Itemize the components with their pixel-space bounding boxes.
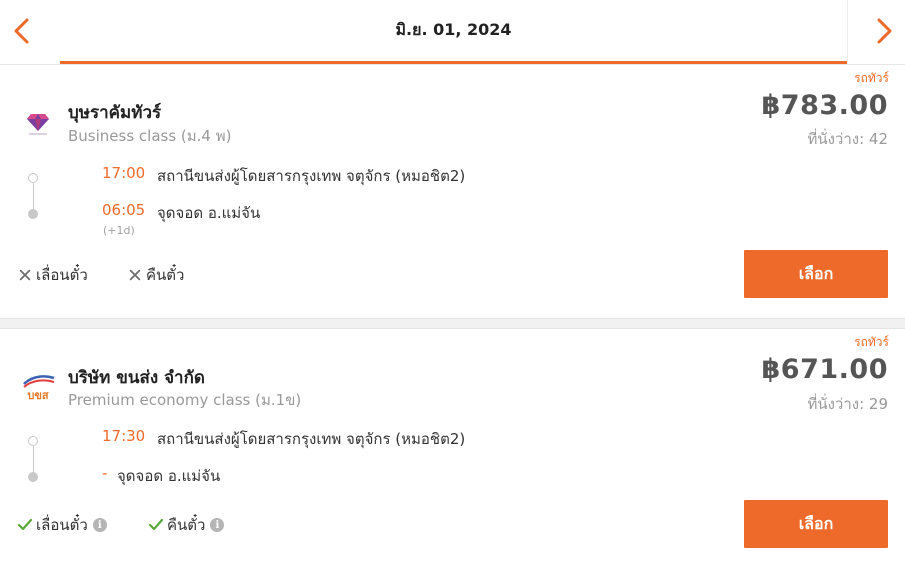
select-trip-button[interactable]: เลือก — [744, 250, 888, 298]
seat-class: Business class (ม.4 พ) — [68, 127, 232, 145]
route-line — [32, 183, 34, 210]
vehicle-type-badge: รถทัวร์ — [854, 71, 889, 85]
departure-stop: สถานีขนส่งผู้โดยสารกรุงเทพ จตุจักร (หมอช… — [157, 167, 466, 185]
arrival-dot — [28, 209, 38, 219]
vehicle-type-badge: รถทัวร์ — [854, 335, 889, 349]
reschedule-label: เลื่อนตั๋ว — [36, 266, 88, 284]
company-name: บุษราคัมทัวร์ — [68, 103, 162, 123]
seats-available: ที่นั่งว่าง: 29 — [807, 395, 888, 413]
departure-stop: สถานีขนส่งผู้โดยสารกรุงเทพ จตุจักร (หมอช… — [157, 430, 466, 448]
refund-policy: คืนตั๋ว i — [148, 513, 225, 537]
reschedule-label: เลื่อนตั๋ว — [36, 516, 88, 534]
check-icon — [148, 517, 164, 533]
arrival-stop: จุดจอด อ.แม่จัน — [117, 467, 221, 485]
bks-logo-icon: บขส — [20, 372, 56, 402]
refund-policy: คืนตั๋ว — [127, 263, 184, 287]
arrival-stop: จุดจอด อ.แม่จัน — [157, 204, 261, 222]
selected-date-label: มิ.ย. 01, 2024 — [395, 20, 512, 39]
reschedule-policy: เลื่อนตั๋ว — [17, 263, 88, 287]
departure-time: 17:00 — [102, 164, 146, 182]
arrival-time: 06:05 — [102, 201, 146, 219]
departure-dot — [28, 436, 38, 446]
seats-available: ที่นั่งว่าง: 42 — [807, 130, 888, 148]
select-trip-button[interactable]: เลือก — [744, 500, 888, 548]
seat-class: Premium economy class (ม.1ข) — [68, 391, 302, 409]
refund-label: คืนตั๋ว — [167, 516, 206, 534]
trip-card[interactable]: รถทัวร์ บขส บริษัท ขนส่ง จำกัด Premium e… — [0, 330, 905, 567]
reschedule-policy: เลื่อนตั๋ว i — [17, 513, 107, 537]
cross-icon — [127, 267, 143, 283]
chevron-right-icon — [877, 18, 892, 44]
day-offset: (+1d) — [103, 224, 135, 237]
bks-logo-text: บขส — [27, 389, 49, 402]
ticket-price: ฿671.00 — [761, 354, 888, 385]
previous-date-button[interactable] — [6, 14, 36, 48]
check-icon — [17, 517, 33, 533]
arrival-dot — [28, 472, 38, 482]
info-icon[interactable]: i — [210, 518, 225, 532]
next-date-button[interactable] — [870, 14, 900, 48]
refund-label: คืนตั๋ว — [146, 266, 185, 284]
ticket-price: ฿783.00 — [761, 90, 888, 121]
arrival-time: - — [102, 464, 108, 482]
card-separator — [0, 318, 905, 329]
selected-date-tab[interactable]: มิ.ย. 01, 2024 — [60, 0, 847, 64]
info-icon[interactable]: i — [92, 518, 107, 532]
cross-icon — [17, 267, 33, 283]
departure-time: 17:30 — [102, 427, 146, 445]
chevron-left-icon — [14, 18, 29, 44]
date-navigation-bar: มิ.ย. 01, 2024 — [0, 0, 905, 65]
company-name: บริษัท ขนส่ง จำกัด — [68, 368, 205, 388]
diamond-logo-icon — [20, 106, 56, 136]
departure-dot — [28, 173, 38, 183]
route-line — [32, 446, 34, 473]
trip-card[interactable]: รถทัวร์ บุษราคัมทัวร์ Business class (ม.… — [0, 66, 905, 318]
divider — [847, 0, 848, 64]
